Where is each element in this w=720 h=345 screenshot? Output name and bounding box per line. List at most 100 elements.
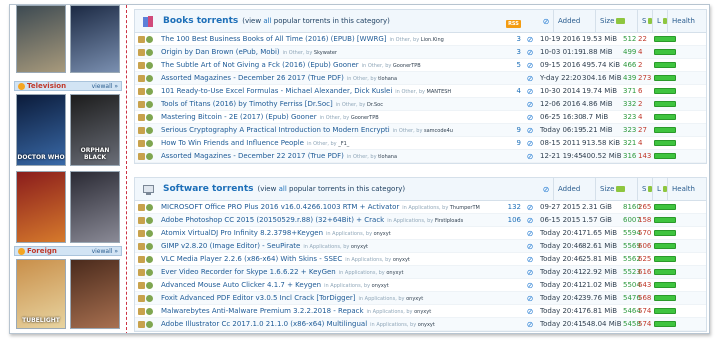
magnet-icon[interactable]: ⊘ — [523, 320, 537, 329]
magnet-icon[interactable]: ⊘ — [523, 216, 537, 225]
added-cell: 06-15 2015 — [540, 216, 581, 224]
poster-1[interactable] — [16, 5, 66, 73]
torrent-link[interactable]: Assorted Magazines - December 22 2017 (T… — [161, 152, 344, 160]
magnet-icon[interactable]: ⊘ — [523, 61, 537, 70]
uploader-link[interactable]: Firstlploads — [435, 218, 463, 224]
magnet-icon[interactable]: ⊘ — [523, 87, 537, 96]
uploader-link[interactable]: onyxyt — [351, 244, 368, 250]
category-bar-foreign[interactable]: Foreign viewall » — [14, 246, 122, 256]
uploader-link[interactable]: onyxyt — [372, 283, 389, 289]
torrent-link[interactable]: Advanced Mouse Auto Clicker 4.1.7 + Keyg… — [161, 281, 321, 289]
category-bar-television[interactable]: Television viewall » — [14, 81, 122, 91]
torrent-link[interactable]: Adobe Photoshop CC 2015 (20150529.r.88) … — [161, 216, 384, 224]
poster-tubelight[interactable]: TUBELIGHT — [16, 259, 66, 329]
comments-count[interactable]: 106 — [503, 216, 523, 224]
uploader-link[interactable]: _F1_ — [338, 141, 349, 147]
poster-foreign-2[interactable] — [70, 259, 120, 329]
magnet-icon[interactable]: ⊘ — [523, 113, 537, 122]
sort-seeders[interactable]: S — [637, 9, 652, 33]
comments-count[interactable]: 9 — [503, 139, 523, 147]
magnet-icon[interactable]: ⊘ — [523, 48, 537, 57]
viewall-foreign-link[interactable]: viewall » — [92, 248, 118, 255]
magnet-icon[interactable]: ⊘ — [523, 35, 537, 44]
magnet-icon[interactable]: ⊘ — [523, 294, 537, 303]
torrent-link[interactable]: Ever Video Recorder for Skype 1.6.6.22 +… — [161, 268, 336, 276]
magnet-icon[interactable]: ⊘ — [523, 268, 537, 277]
comments-count[interactable]: 4 — [503, 87, 523, 95]
uploader-link[interactable]: tlohana — [378, 154, 397, 160]
vip-icon — [138, 87, 145, 95]
uploader-link[interactable]: onyxyt — [393, 257, 410, 263]
magnet-icon[interactable]: ⊘ — [523, 152, 537, 161]
comments-count[interactable]: 3 — [503, 48, 523, 56]
magnet-icon[interactable]: ⊘ — [523, 126, 537, 135]
magnet-icon[interactable]: ⊘ — [523, 74, 537, 83]
comments-count[interactable]: 3 — [503, 35, 523, 43]
software-view-all-link[interactable]: all — [279, 185, 287, 193]
magnet-icon[interactable]: ⊘ — [523, 242, 537, 251]
uploader-link[interactable]: onyxyt — [414, 309, 431, 315]
magnet-icon[interactable]: ⊘ — [523, 307, 537, 316]
torrent-link[interactable]: How To Win Friends and Influence People — [161, 139, 304, 147]
poster-orphan-black[interactable]: ORPHAN BLACK — [70, 94, 120, 166]
torrent-link[interactable]: Serious Cryptography A Practical Introdu… — [161, 126, 390, 134]
torrent-link[interactable]: Adobe Illustrator Cc 2017.1.0 21.1.0 (x8… — [161, 320, 367, 328]
sort-seeders[interactable]: S — [637, 177, 652, 201]
uploader-link[interactable]: onyxyt — [386, 270, 403, 276]
sort-leechers[interactable]: L — [652, 177, 667, 201]
seeders-cell: 439 — [623, 74, 637, 82]
sort-size[interactable]: Size — [595, 177, 637, 201]
uploader-link[interactable]: ThumperTM — [450, 205, 480, 211]
torrent-link[interactable]: MICROSOFT Office PRO Plus 2016 v16.0.426… — [161, 203, 399, 211]
rss-icon[interactable]: RSS — [506, 19, 521, 28]
size-cell: 913.58 KiB — [582, 139, 621, 147]
uploader-icon — [146, 48, 153, 56]
magnet-icon[interactable]: ⊘ — [523, 281, 537, 290]
torrent-link[interactable]: Assorted Magazines - December 26 2017 (T… — [161, 74, 344, 82]
poster-tv-4[interactable] — [70, 171, 120, 243]
viewall-television-link[interactable]: viewall » — [92, 83, 118, 90]
comments-count[interactable]: 5 — [503, 61, 523, 69]
health-cell — [651, 153, 687, 159]
torrent-link[interactable]: Foxit Advanced PDF Editor v3.0.5 Incl Cr… — [161, 294, 356, 302]
torrent-link[interactable]: 101 Ready-to-Use Excel Formulas - Michae… — [161, 87, 392, 95]
sort-added[interactable]: Added — [553, 9, 595, 33]
torrent-link[interactable]: GIMP v2.8.20 (Image Editor) - SeuPirate — [161, 242, 300, 250]
comments-count[interactable]: 9 — [503, 126, 523, 134]
comments-count[interactable]: 132 — [503, 203, 523, 211]
uploader-link[interactable]: onyxyt — [374, 231, 391, 237]
uploader-link[interactable]: GoonerTPB — [351, 115, 379, 121]
uploader-link[interactable]: Skywater — [314, 50, 337, 56]
uploader-link[interactable]: tlohana — [378, 76, 397, 82]
magnet-icon[interactable]: ⊘ — [523, 100, 537, 109]
torrent-link[interactable]: Tools of Titans (2016) by Timothy Ferris… — [161, 100, 333, 108]
books-view-all-link[interactable]: all — [263, 17, 271, 25]
uploader-link[interactable]: onyxyt — [406, 296, 423, 302]
uploader-link[interactable]: onyxyt — [418, 322, 435, 328]
uploader-link[interactable]: Dr.Soc — [367, 102, 383, 108]
torrent-link[interactable]: VLC Media Player 2.2.6 (x86-x64) With Sk… — [161, 255, 342, 263]
uploader-link[interactable]: Lion.King — [421, 37, 444, 43]
sort-size[interactable]: Size — [595, 9, 637, 33]
vip-icon — [138, 281, 145, 289]
magnet-icon[interactable]: ⊘ — [523, 139, 537, 148]
poster-doctor-who[interactable]: DOCTOR WHO — [16, 94, 66, 166]
torrent-link[interactable]: Origin by Dan Brown (ePub, Mobi) — [161, 48, 280, 56]
uploader-link[interactable]: GoonerTPB — [393, 63, 421, 69]
uploader-link[interactable]: MANTESH — [427, 89, 452, 95]
torrent-link[interactable]: Mastering Bitcoin - 2E (2017) (Epub) Goo… — [161, 113, 317, 121]
uploader-link[interactable]: samcode4u — [424, 128, 453, 134]
sort-leechers[interactable]: L — [652, 9, 667, 33]
torrent-link[interactable]: The 100 Best Business Books of All Time … — [161, 35, 387, 43]
software-title[interactable]: Software torrents — [163, 184, 253, 194]
magnet-icon[interactable]: ⊘ — [523, 203, 537, 212]
torrent-link[interactable]: The Subtle Art of Not Giving a Fck (2016… — [161, 61, 359, 69]
sort-added[interactable]: Added — [553, 177, 595, 201]
magnet-icon[interactable]: ⊘ — [523, 229, 537, 238]
torrent-link[interactable]: Malwarebytes Anti-Malware Premium 3.2.2.… — [161, 307, 364, 315]
torrent-link[interactable]: Atomix VirtualDJ Pro Infinity 8.2.3798+K… — [161, 229, 323, 237]
books-title[interactable]: Books torrents — [163, 16, 238, 26]
poster-tv-3[interactable] — [16, 171, 66, 243]
poster-2[interactable] — [70, 5, 120, 73]
magnet-icon[interactable]: ⊘ — [523, 255, 537, 264]
